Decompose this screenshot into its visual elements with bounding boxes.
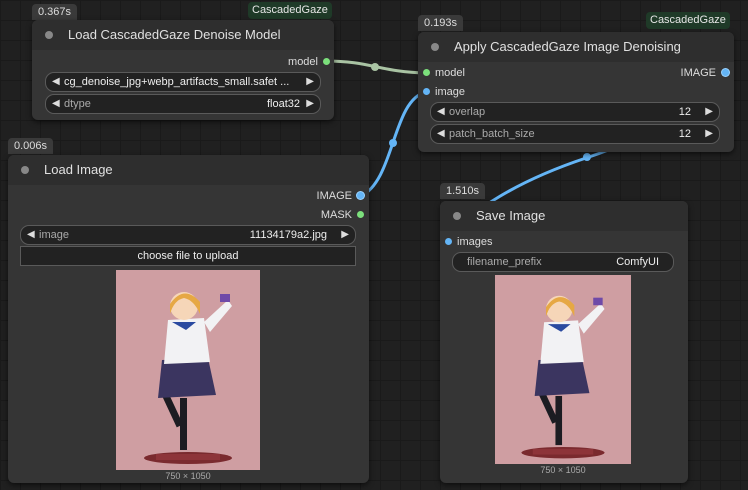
model-wire — [325, 59, 427, 75]
execution-time-badge: 1.510s — [440, 183, 486, 199]
node-title-bar[interactable]: Apply CascadedGaze Image Denoising — [418, 32, 734, 62]
increment-icon[interactable]: ▶ — [705, 103, 713, 121]
execution-time-badge: 0.193s — [418, 15, 464, 31]
input-pin-image[interactable] — [423, 88, 430, 95]
decrement-icon[interactable]: ◀ — [437, 103, 445, 121]
output-label-mask: MASK — [320, 209, 352, 221]
chevron-left-icon[interactable]: ◀ — [27, 226, 35, 244]
output-label-image: IMAGE — [316, 190, 352, 202]
filename-prefix-label: filename_prefix — [467, 256, 542, 268]
chevron-right-icon[interactable]: ▶ — [306, 73, 314, 91]
filename-prefix-value: ComfyUI — [616, 256, 659, 268]
input-label-image: image — [435, 86, 465, 98]
node-title: Save Image — [476, 208, 546, 223]
node-title-bar[interactable]: Load Image — [8, 155, 369, 185]
node-apply-cascadedgaze-denoising[interactable]: Apply CascadedGaze Image Denoising model… — [418, 32, 734, 152]
input-label-images: images — [457, 236, 493, 248]
dtype-select[interactable]: ◀ dtype float32 ▶ — [45, 94, 321, 114]
image-wire-midpoint-2 — [583, 153, 591, 161]
saved-image-preview — [495, 275, 631, 464]
model-name-value: cg_denoise_jpg+webp_artifacts_small.safe… — [64, 76, 290, 88]
chevron-left-icon[interactable]: ◀ — [52, 73, 60, 91]
input-pin-model[interactable] — [423, 69, 430, 76]
model-name-select[interactable]: ◀ cg_denoise_jpg+webp_artifacts_small.sa… — [45, 72, 321, 92]
image-dimensions: 750 × 1050 — [540, 465, 586, 475]
model-wire-midpoint — [371, 63, 379, 71]
patch-batch-size-label: patch_batch_size — [449, 128, 535, 140]
node-title: Apply CascadedGaze Image Denoising — [454, 39, 681, 54]
node-title-bar[interactable]: Load CascadedGaze Denoise Model — [32, 20, 334, 50]
output-label-image: IMAGE — [680, 67, 716, 79]
output-pin-image[interactable] — [357, 192, 364, 199]
image-wire-load-to-apply — [360, 90, 427, 198]
figure-image — [495, 275, 631, 464]
collapse-dot-icon[interactable] — [21, 166, 29, 174]
node-save-image[interactable]: Save Image images filename_prefix ComfyU… — [440, 201, 688, 483]
node-title-bar[interactable]: Save Image — [440, 201, 688, 231]
node-source-badge: CascadedGaze — [248, 2, 332, 19]
figure-image — [116, 270, 260, 470]
output-pin-mask[interactable] — [357, 211, 364, 218]
overlap-stepper[interactable]: ◀ overlap 12 ▶ — [430, 102, 720, 122]
overlap-value: 12 — [678, 106, 691, 118]
input-label-model: model — [435, 67, 465, 79]
dtype-value: float32 — [266, 98, 300, 110]
output-label-model: model — [288, 56, 318, 68]
dtype-label: dtype — [64, 98, 91, 110]
node-title: Load CascadedGaze Denoise Model — [68, 27, 281, 42]
patch-batch-size-value: 12 — [678, 128, 691, 140]
node-source-badge: CascadedGaze — [646, 12, 730, 29]
image-label: image — [39, 229, 69, 241]
collapse-dot-icon[interactable] — [453, 212, 461, 220]
node-load-cascadedgaze-model[interactable]: Load CascadedGaze Denoise Model model ◀ … — [32, 20, 334, 120]
overlap-label: overlap — [449, 106, 486, 118]
image-preview — [116, 270, 260, 470]
input-pin-images[interactable] — [445, 238, 452, 245]
image-dimensions: 750 × 1050 — [165, 471, 211, 481]
image-wire-midpoint — [389, 139, 397, 147]
image-file-select[interactable]: ◀ image 11134179a2.jpg ▶ — [20, 225, 356, 245]
decrement-icon[interactable]: ◀ — [437, 125, 445, 143]
node-title: Load Image — [44, 162, 113, 177]
collapse-dot-icon[interactable] — [45, 31, 53, 39]
chevron-left-icon[interactable]: ◀ — [52, 95, 60, 113]
increment-icon[interactable]: ▶ — [705, 125, 713, 143]
filename-prefix-input[interactable]: filename_prefix ComfyUI — [452, 252, 674, 272]
patch-batch-size-stepper[interactable]: ◀ patch_batch_size 12 ▶ — [430, 124, 720, 144]
choose-file-upload-button[interactable]: choose file to upload — [20, 246, 356, 266]
node-load-image[interactable]: Load Image IMAGE MASK ◀ image 11134179a2… — [8, 155, 369, 483]
execution-time-badge: 0.367s — [32, 4, 78, 20]
image-filename-value: 11134179a2.jpg — [249, 229, 327, 241]
collapse-dot-icon[interactable] — [431, 43, 439, 51]
chevron-right-icon[interactable]: ▶ — [306, 95, 314, 113]
output-pin-model[interactable] — [323, 58, 330, 65]
chevron-right-icon[interactable]: ▶ — [341, 226, 349, 244]
output-pin-image[interactable] — [722, 69, 729, 76]
execution-time-badge: 0.006s — [8, 138, 54, 154]
